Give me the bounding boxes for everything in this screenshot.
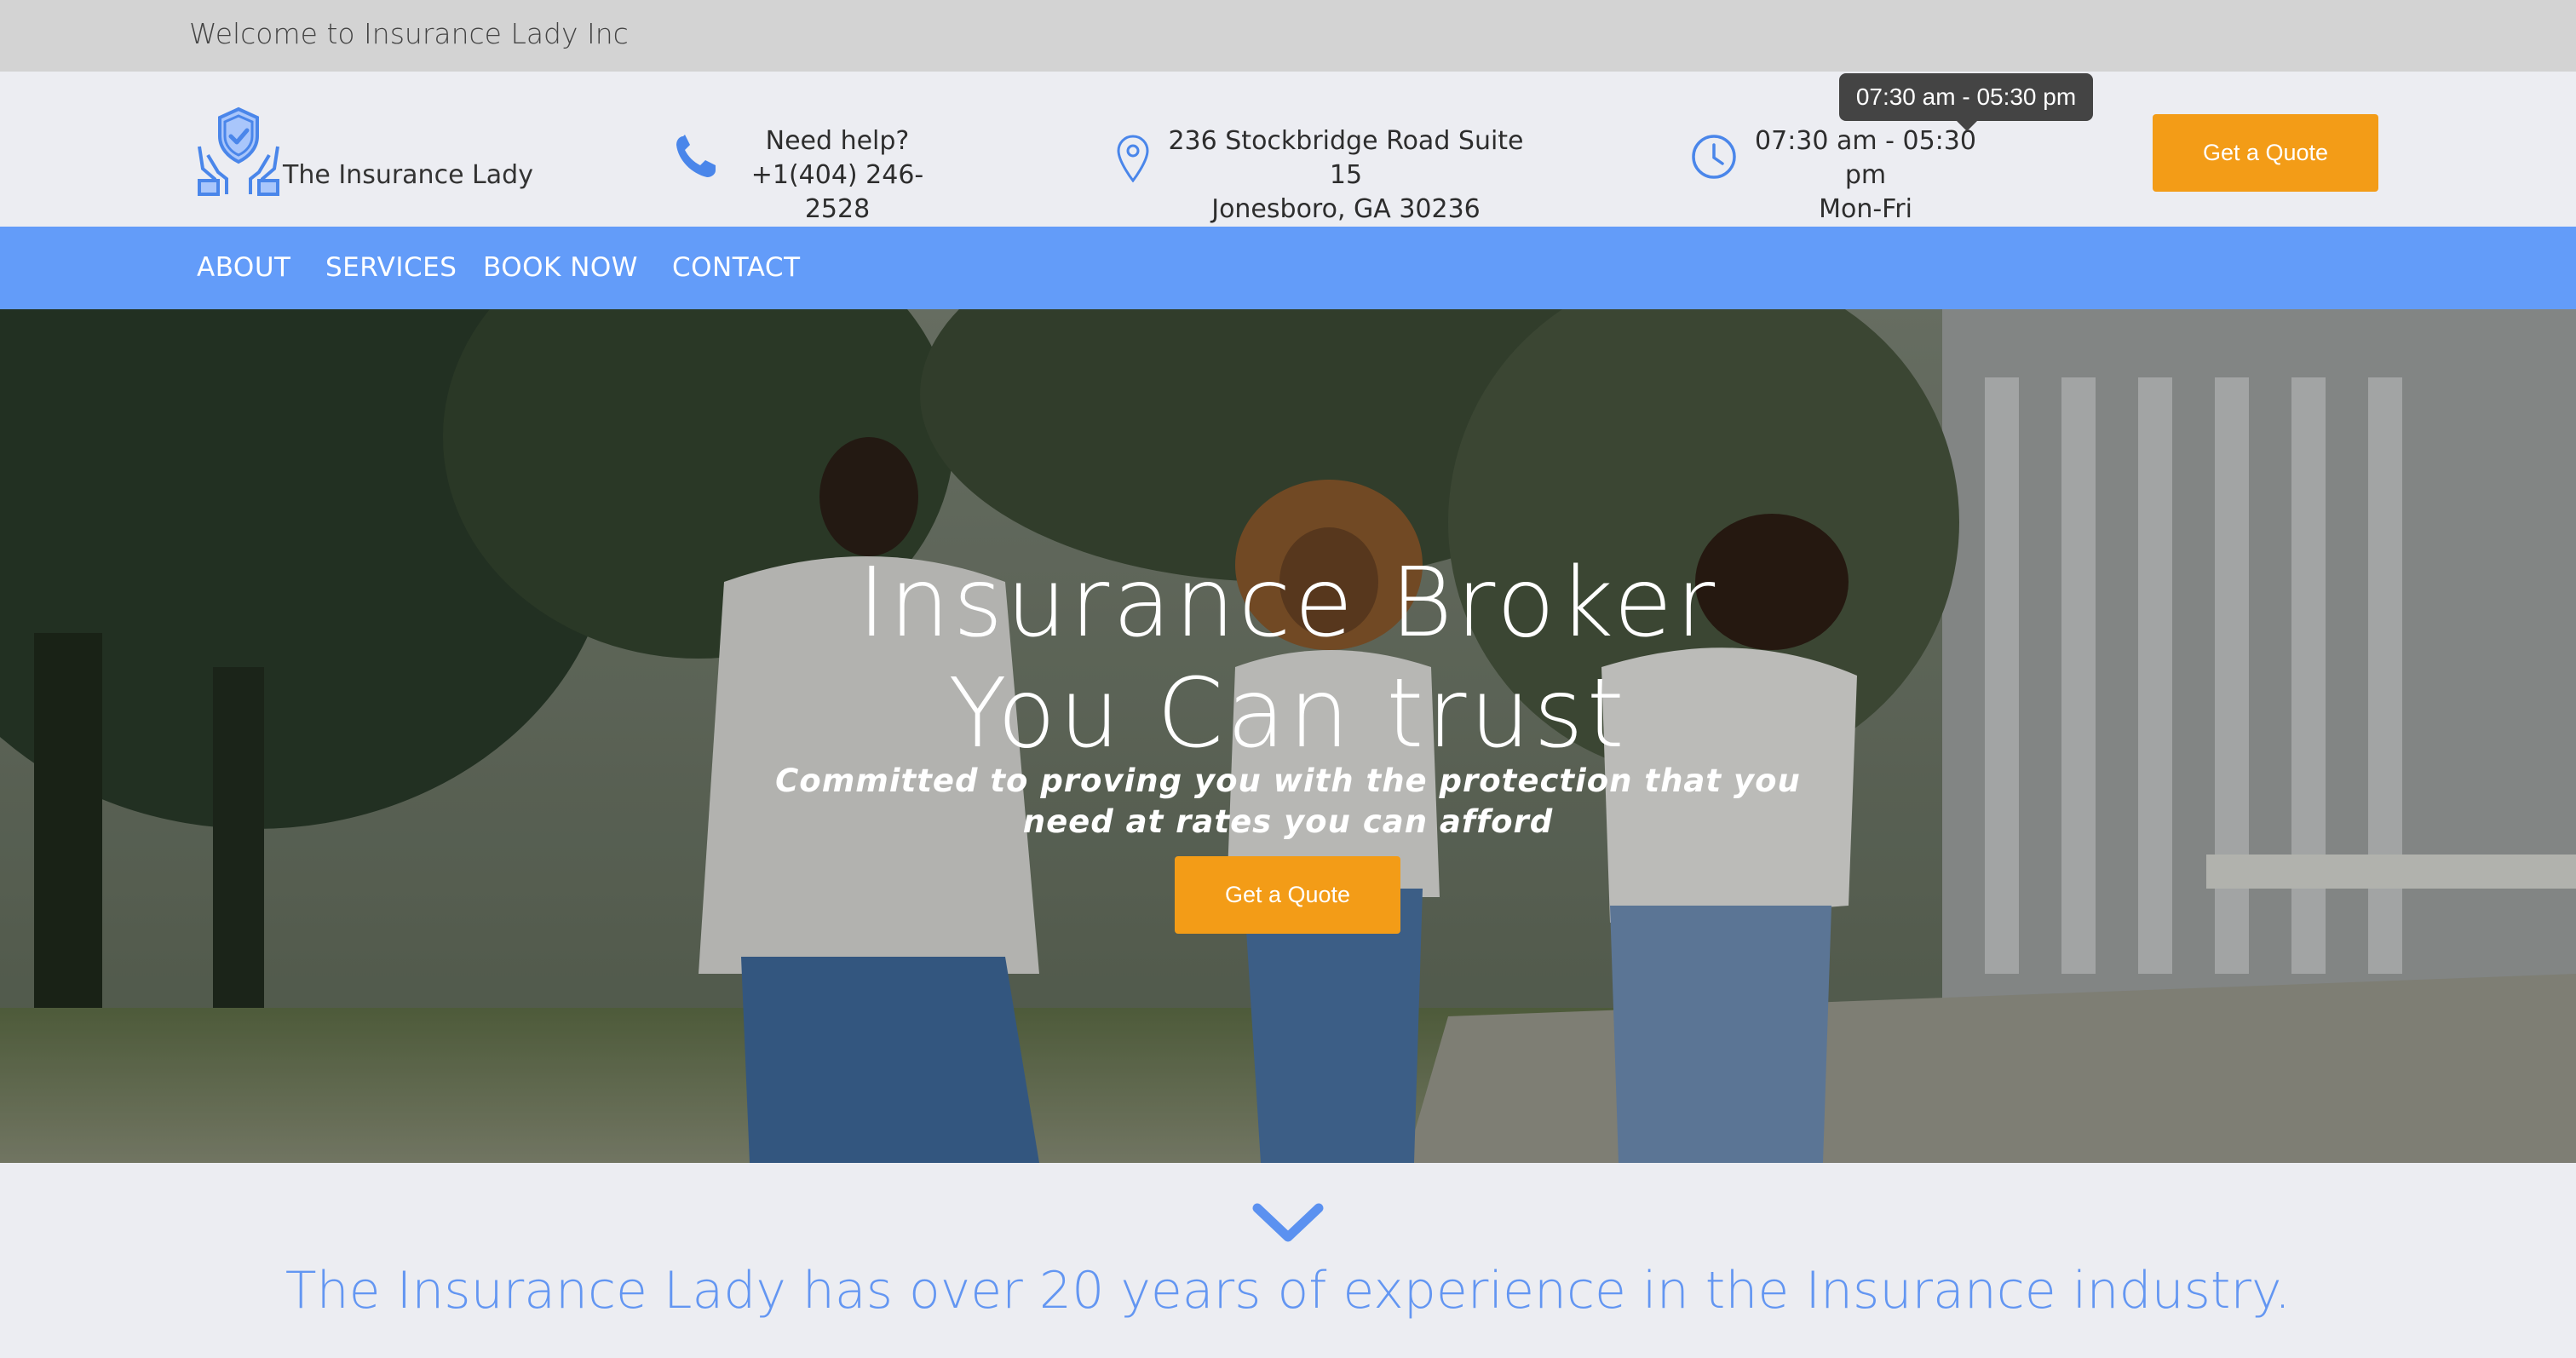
hours-info: 07:30 am - 05:30 pm Mon-Fri (1738, 124, 1993, 227)
hours-time: 07:30 am - 05:30 pm (1755, 126, 1976, 190)
hero-title-line2: You Can trust (948, 659, 1628, 769)
hours-days: Mon-Fri (1819, 194, 1912, 224)
header-get-quote-button[interactable]: Get a Quote (2153, 114, 2378, 192)
phone-label: Need help? (765, 126, 910, 156)
phone-info: Need help? +1(404) 246-2528 (724, 124, 951, 227)
nav-item-about[interactable]: ABOUT (197, 252, 290, 283)
main-nav: ABOUT SERVICES BOOK NOW CONTACT (0, 227, 2576, 309)
welcome-text: Welcome to Insurance Lady Inc (189, 17, 629, 50)
phone-icon (676, 135, 716, 177)
hero-title-line1: Insurance Broker (857, 548, 1719, 659)
hero-get-quote-button[interactable]: Get a Quote (1175, 856, 1400, 934)
hero-subtitle: Committed to proving you with the protec… (775, 762, 1801, 840)
site-header: The Insurance Lady Need help? +1(404) 24… (0, 72, 2576, 227)
address-info: 236 Stockbridge Road Suite 15 Jonesboro,… (1159, 124, 1533, 227)
map-pin-icon (1117, 135, 1149, 182)
address-line1: 236 Stockbridge Road Suite 15 (1168, 126, 1524, 190)
nav-item-services[interactable]: SERVICES (325, 252, 457, 283)
hours-tooltip: 07:30 am - 05:30 pm (1839, 73, 2093, 131)
hero-section: Insurance Broker You Can trust Committed… (0, 309, 2576, 1163)
top-bar: Welcome to Insurance Lady Inc (0, 0, 2576, 72)
phone-number[interactable]: +1(404) 246-2528 (724, 158, 951, 227)
shield-hands-icon[interactable] (196, 106, 281, 196)
logo-text[interactable]: The Insurance Lady (283, 160, 533, 190)
nav-item-contact[interactable]: CONTACT (672, 252, 801, 283)
clock-icon (1692, 135, 1736, 179)
address-line2: Jonesboro, GA 30236 (1211, 194, 1481, 224)
experience-tagline: The Insurance Lady has over 20 years of … (285, 1261, 2291, 1321)
nav-item-book-now[interactable]: BOOK NOW (483, 252, 638, 283)
chevron-down-icon[interactable] (1252, 1203, 1324, 1246)
